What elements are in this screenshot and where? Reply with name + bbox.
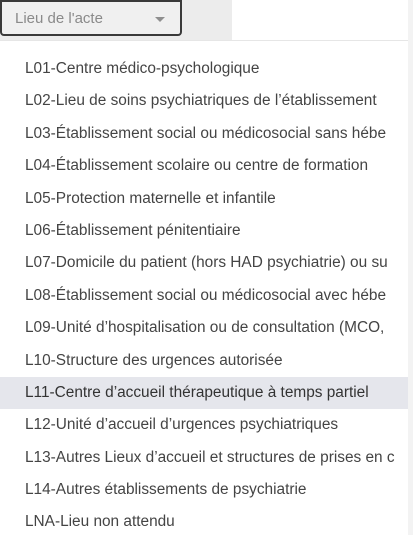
menu-item[interactable]: L05-Protection maternelle et infantile [0, 183, 413, 215]
menu-item[interactable]: L14-Autres établissements de psychiatrie [0, 474, 413, 506]
menu-item[interactable]: L13-Autres Lieux d’accueil et structures… [0, 442, 413, 474]
menu-item[interactable]: LNA-Lieu non attendu [0, 506, 413, 535]
menu-item[interactable]: L01-Centre médico-psychologique [0, 53, 413, 85]
select-placeholder: Lieu de l'acte [15, 9, 103, 27]
menu-item[interactable]: L03-Établissement social ou médicosocial… [0, 118, 413, 150]
menu-item[interactable]: L02-Lieu de soins psychiatriques de l’ét… [0, 85, 413, 117]
menu-item[interactable]: L10-Structure des urgences autorisée [0, 345, 413, 377]
menu-item[interactable]: L09-Unité d’hospitalisation ou de consul… [0, 312, 413, 344]
dropdown-panel: L01-Centre médico-psychologique L02-Lieu … [0, 40, 413, 535]
menu-item[interactable]: L08-Établissement social ou médicosocial… [0, 280, 413, 312]
lieu-de-l-acte-select[interactable]: Lieu de l'acte [0, 0, 182, 36]
menu-item[interactable]: L06-Établissement pénitentiaire [0, 215, 413, 247]
menu-item[interactable]: L07-Domicile du patient (hors HAD psychi… [0, 247, 413, 279]
scrollbar-track[interactable] [408, 0, 413, 535]
chevron-down-icon[interactable] [155, 17, 165, 22]
dropdown-list: L01-Centre médico-psychologique L02-Lieu … [0, 53, 413, 535]
page: Lieu de l'acte L01-Centre médico-psychol… [0, 0, 413, 535]
top-strip: Lieu de l'acte [0, 0, 413, 40]
menu-item[interactable]: L04-Établissement scolaire ou centre de … [0, 150, 413, 182]
menu-item[interactable]: L12-Unité d’accueil d’urgences psychiatr… [0, 409, 413, 441]
menu-item[interactable]: L11-Centre d’accueil thérapeutique à tem… [0, 376, 413, 410]
